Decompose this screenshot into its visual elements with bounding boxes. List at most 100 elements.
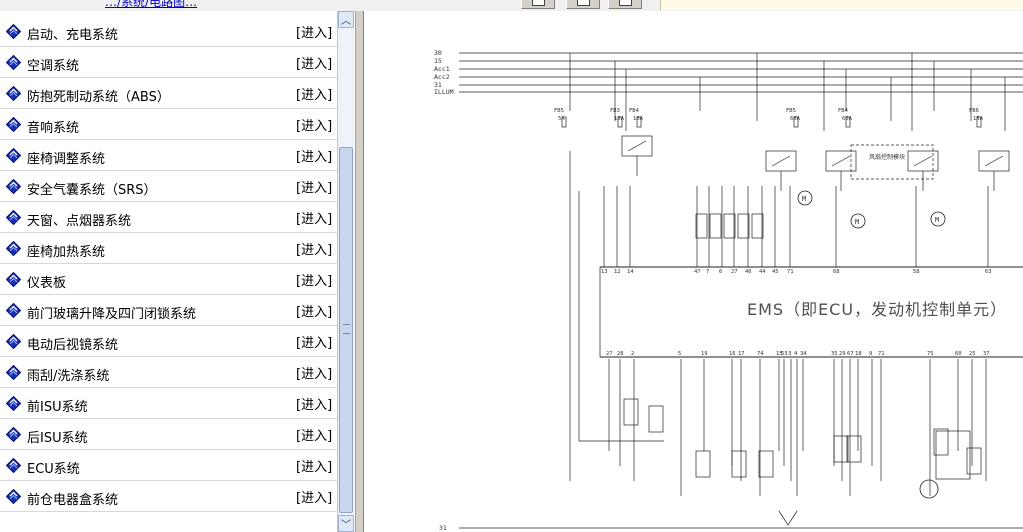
connector-pin: 71: [878, 351, 885, 357]
enter-link[interactable]: [进入]: [296, 270, 332, 289]
connector-pin: 2: [631, 351, 634, 357]
scroll-down-button[interactable]: ﹀: [338, 515, 354, 532]
connector-pin: 28: [617, 351, 624, 357]
motor-label: M: [935, 216, 939, 224]
enter-link[interactable]: [进入]: [296, 487, 332, 506]
ecu-title: EMS（即ECU，发动机控制单元）: [747, 300, 1008, 319]
menu-item-label: 后ISU系统: [27, 431, 88, 446]
toolbar-button-3[interactable]: [608, 0, 642, 9]
motor-icon: [919, 479, 939, 499]
relay-contact: [984, 155, 1004, 167]
wiring-diagram-svg: 3015Acc1Acc231ILLUM31FB55AFB310AFB410AFB…: [434, 49, 1023, 532]
pane-splitter[interactable]: [355, 11, 364, 532]
menu-item[interactable]: ECU系统 [进入]: [0, 450, 337, 481]
component: [648, 405, 664, 433]
menu-item[interactable]: 天窗、点烟器系统 [进入]: [0, 202, 337, 233]
enter-link[interactable]: [进入]: [296, 22, 332, 41]
menu-item[interactable]: 启动、充电系统 [进入]: [0, 16, 337, 47]
connector-pin: 12: [614, 269, 621, 275]
connector-pin: 37: [983, 351, 990, 357]
connector-pin: 53: [781, 351, 788, 357]
rail-label: Acc1: [434, 65, 450, 73]
top-link[interactable]: …/系统/电路图…: [105, 0, 197, 10]
menu-item[interactable]: 电动后视镜系统 [进入]: [0, 326, 337, 357]
connector-pin: 13: [601, 269, 608, 275]
menu-item[interactable]: 前仓电器盒系统 [进入]: [0, 481, 337, 512]
menu-item[interactable]: 仪表板 [进入]: [0, 264, 337, 295]
component: [846, 435, 862, 463]
fuse-label: 5A: [558, 116, 565, 122]
chevron-down-icon: ﹀: [341, 520, 351, 531]
motor-label: M: [855, 218, 859, 226]
menu-item[interactable]: 雨刮/洗涤系统 [进入]: [0, 357, 337, 388]
enter-link[interactable]: [进入]: [296, 177, 332, 196]
toolbar-button-2[interactable]: [566, 0, 600, 9]
menu-item-label: 前仓电器盒系统: [27, 493, 119, 508]
menu-item-label: 空调系统: [27, 59, 80, 74]
menu-item[interactable]: 前门玻璃升降及四门闭锁系统 [进入]: [0, 295, 337, 326]
component: [966, 447, 982, 475]
connector-pin: 74: [757, 351, 764, 357]
connector-pin: 27: [606, 351, 613, 357]
enter-link[interactable]: [进入]: [296, 146, 332, 165]
blue-diamond-book-icon: [6, 427, 21, 442]
connector-pin: 17: [738, 351, 745, 357]
relay-bank: [695, 213, 708, 239]
toolbar-icon-3: [619, 0, 632, 6]
enter-link[interactable]: [进入]: [296, 239, 332, 258]
menu-item-label: 电动后视镜系统: [27, 338, 119, 353]
menu-scrollbar[interactable]: ︿ ﹀: [337, 11, 354, 532]
menu-item[interactable]: 座椅调整系统 [进入]: [0, 140, 337, 171]
enter-link[interactable]: [进入]: [296, 394, 332, 413]
relay-contact: [913, 155, 933, 167]
toolbar-button-1[interactable]: [521, 0, 555, 9]
motor-label: M: [802, 195, 806, 203]
enter-link[interactable]: [进入]: [296, 425, 332, 444]
chevron-up-icon: ︿: [341, 16, 351, 27]
menu-item[interactable]: 前ISU系统 [进入]: [0, 388, 337, 419]
enter-link[interactable]: [进入]: [296, 115, 332, 134]
connector-pin: 29: [839, 351, 846, 357]
connector-pin: 63: [985, 269, 992, 275]
connector-pin: 68: [833, 269, 840, 275]
fuse-label: FB4: [629, 108, 640, 114]
fuse-label: 60A: [790, 116, 801, 122]
menu-item[interactable]: 座椅加热系统 [进入]: [0, 233, 337, 264]
menu-item[interactable]: 音响系统 [进入]: [0, 109, 337, 140]
rail-label: 31: [439, 524, 447, 532]
fuse-label: 10A: [633, 116, 644, 122]
menu-item-label: 启动、充电系统: [27, 28, 119, 43]
blue-diamond-book-icon: [6, 24, 21, 39]
module-label: 风扇控制模块: [869, 153, 905, 161]
menu-item[interactable]: 后ISU系统 [进入]: [0, 419, 337, 450]
connector-pin: 71: [787, 269, 794, 275]
fuse-label: FB5: [554, 108, 564, 114]
grip-icon: [343, 324, 350, 334]
connector-pin: 45: [772, 269, 779, 275]
rail-label: 30: [434, 49, 442, 57]
enter-link[interactable]: [进入]: [296, 301, 332, 320]
scroll-up-button[interactable]: ︿: [338, 11, 354, 28]
relay-contact: [831, 155, 851, 167]
connector-pin: 58: [913, 269, 920, 275]
system-menu: 启动、充电系统 [进入] 空调系统 [进入] 防抱死制动系统（ABS） [进入] 音响系统 […: [0, 11, 337, 532]
enter-link[interactable]: [进入]: [296, 363, 332, 382]
enter-link[interactable]: [进入]: [296, 332, 332, 351]
rail-label: Acc2: [434, 73, 450, 81]
enter-link[interactable]: [进入]: [296, 456, 332, 475]
fuse-label: FB5: [786, 108, 796, 114]
connector-pin: 9: [869, 351, 872, 357]
blue-diamond-book-icon: [6, 458, 21, 473]
menu-item[interactable]: 防抱死制动系统（ABS） [进入]: [0, 78, 337, 109]
scroll-thumb[interactable]: [339, 147, 353, 513]
menu-item[interactable]: 安全气囊系统（SRS） [进入]: [0, 171, 337, 202]
component: [758, 450, 774, 478]
connector-pin: 19: [701, 351, 708, 357]
blue-diamond-book-icon: [6, 365, 21, 380]
enter-link[interactable]: [进入]: [296, 84, 332, 103]
enter-link[interactable]: [进入]: [296, 208, 332, 227]
enter-link[interactable]: [进入]: [296, 53, 332, 72]
blue-diamond-book-icon: [6, 55, 21, 70]
menu-item[interactable]: 空调系统 [进入]: [0, 47, 337, 78]
menu-item-label: 防抱死制动系统（ABS）: [27, 90, 170, 105]
